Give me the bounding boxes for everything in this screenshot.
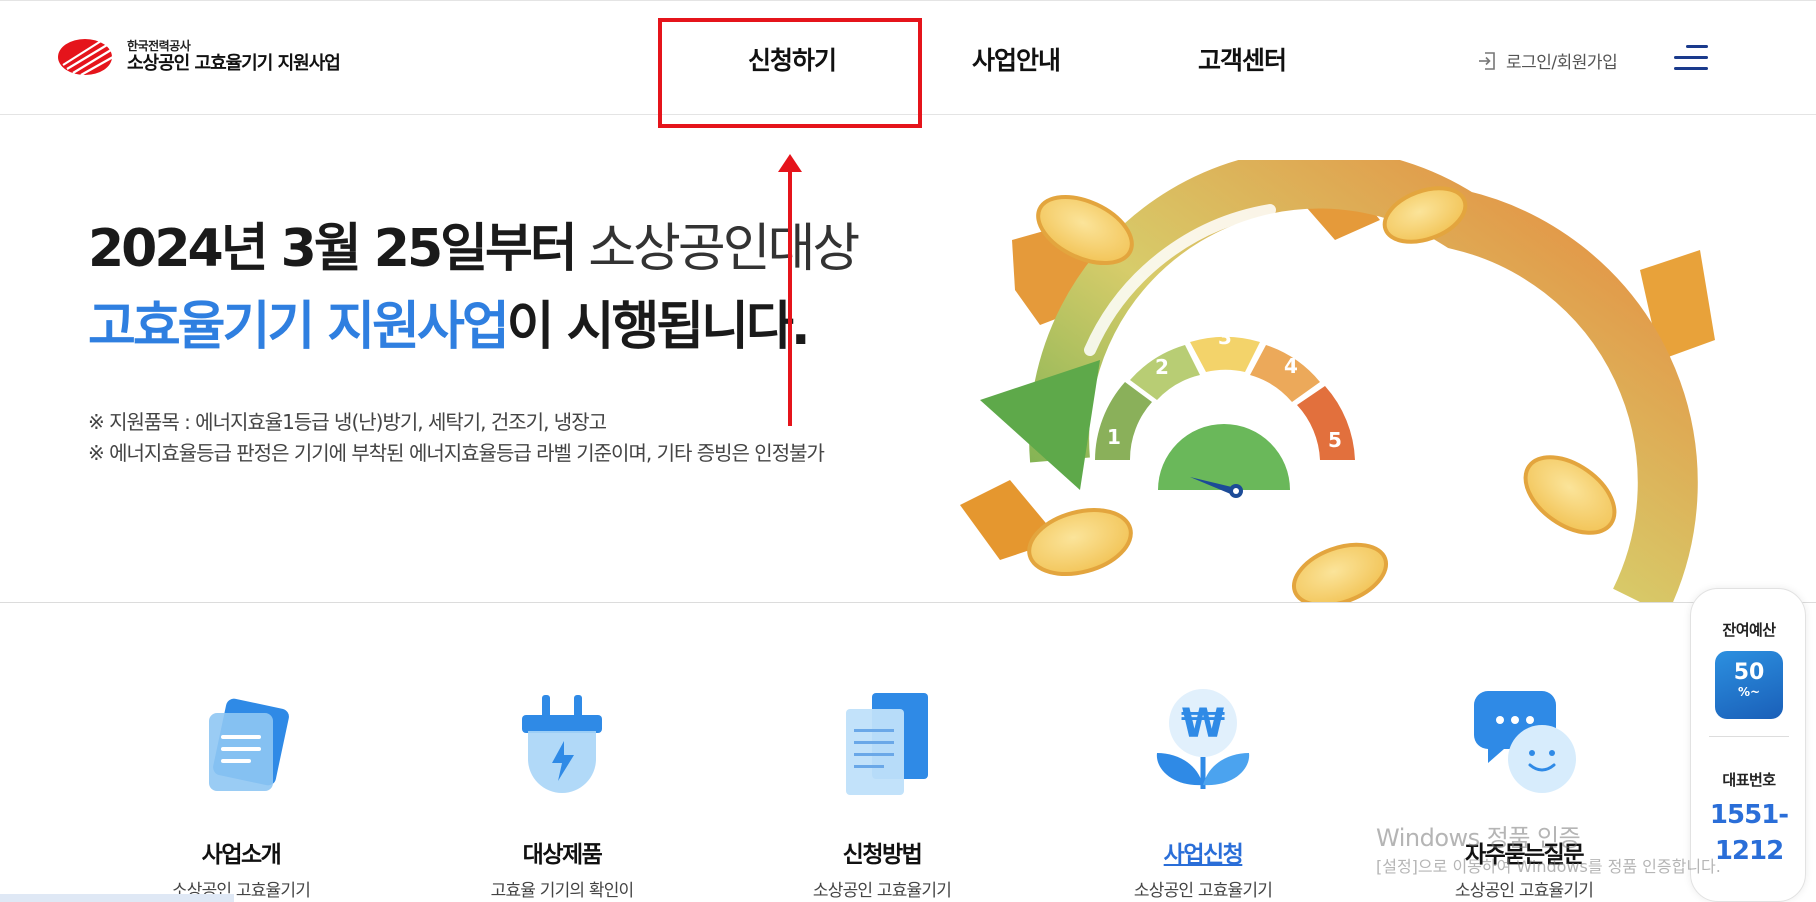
side-divider — [1709, 736, 1789, 737]
nav-customer-center[interactable]: 고객센터 — [1198, 41, 1287, 77]
quick-link-subtitle: 소상공인 고효율기기 — [812, 881, 952, 901]
remaining-budget-unit: %~ — [1737, 685, 1761, 699]
chat-smile-icon — [1474, 691, 1576, 793]
gauge-label-5: 5 — [1328, 428, 1342, 452]
annotation-arrow-icon — [778, 154, 802, 426]
gauge-label-4: 4 — [1284, 354, 1298, 378]
kepco-logo-icon — [58, 39, 114, 76]
quick-link-title: 사업소개 — [201, 842, 282, 868]
quick-link-title: 대상제품 — [522, 842, 603, 868]
svg-text:₩: ₩ — [1181, 701, 1225, 747]
hero-efficiency-gauge-illustration: 1 2 3 4 5 — [960, 160, 1715, 602]
quick-link-subtitle: 소상공인 고효율기기 — [1133, 881, 1273, 901]
plug-icon — [522, 695, 602, 793]
gauge-label-1: 1 — [1107, 425, 1121, 449]
hero-notes: ※ 지원품목 : 에너지효율1등급 냉(난)방기, 세탁기, 건조기, 냉장고 … — [88, 407, 825, 469]
gauge-label-2: 2 — [1155, 355, 1169, 379]
windows-activation-watermark-subtitle: [설정]으로 이동하여 Windows를 정품 인증합니다. — [1376, 857, 1721, 876]
hero-divider — [0, 602, 1816, 603]
logo-title: 소상공인 고효율기기 지원사업 — [127, 52, 341, 74]
quick-link-how-to-apply[interactable]: 신청방법 소상공인 고효율기기 — [792, 685, 972, 901]
document-icon — [209, 698, 289, 791]
coin-icon — [1291, 542, 1389, 602]
windows-activation-watermark-title: Windows 정품 인증 — [1376, 824, 1581, 852]
file-list-icon — [846, 693, 928, 795]
annotation-highlight-box — [658, 18, 922, 128]
phone-label: 대표번호 — [1722, 771, 1776, 789]
phone-number-line1[interactable]: 1551- — [1691, 797, 1807, 833]
remaining-budget-badge[interactable]: 50 %~ — [1715, 651, 1783, 719]
quick-link-products[interactable]: 대상제품 고효율 기기의 확인이 — [472, 685, 652, 901]
logo-org-name: 한국전력공사 — [127, 38, 191, 53]
quick-link-apply[interactable]: ₩ 사업신청 소상공인 고효율기기 — [1113, 685, 1293, 901]
nav-business-info[interactable]: 사업안내 — [972, 41, 1061, 77]
site-logo[interactable]: 한국전력공사 소상공인 고효율기기 지원사업 — [57, 37, 341, 77]
hero-headline-line2: 고효율기기 지원사업이 시행됩니다. — [88, 297, 811, 357]
gauge-label-3: 3 — [1218, 325, 1232, 349]
coin-icon — [1027, 508, 1133, 576]
remaining-budget-label: 잔여예산 — [1722, 621, 1776, 639]
quick-link-title: 사업신청 — [1163, 842, 1244, 868]
bottom-scroll-indicator — [0, 894, 234, 902]
remaining-budget-value: 50 — [1733, 660, 1765, 685]
quick-link-subtitle: 고효율 기기의 확인이 — [490, 881, 635, 901]
won-plant-icon: ₩ — [1156, 689, 1250, 789]
coin-icon — [1523, 455, 1617, 535]
login-signup-link[interactable]: 로그인/회원가입 — [1476, 48, 1618, 73]
quick-link-title: 신청방법 — [842, 842, 923, 868]
hamburger-menu-icon[interactable] — [1674, 45, 1708, 71]
note-efficiency-criteria: ※ 에너지효율등급 판정은 기기에 부착된 에너지효율등급 라벨 기준이며, 기… — [88, 441, 825, 465]
quick-link-about[interactable]: 사업소개 소상공인 고효율기기 — [151, 685, 331, 901]
login-signup-label: 로그인/회원가입 — [1506, 53, 1618, 73]
quick-link-subtitle: 소상공인 고효율기기 — [1454, 881, 1594, 901]
note-supported-items: ※ 지원품목 : 에너지효율1등급 냉(난)방기, 세탁기, 건조기, 냉장고 — [88, 410, 607, 434]
login-icon — [1479, 51, 1495, 70]
hero-headline-line1: 2024년 3월 25일부터 소상공인대상 — [88, 219, 860, 279]
